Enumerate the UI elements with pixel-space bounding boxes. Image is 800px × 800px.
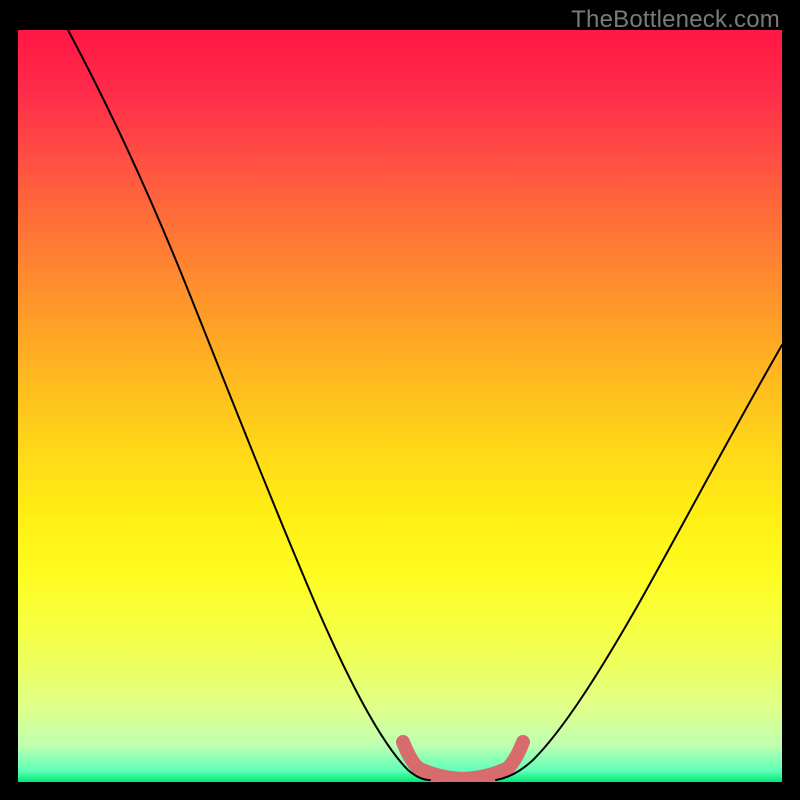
right-curve bbox=[496, 345, 782, 780]
chart-frame: TheBottleneck.com bbox=[0, 0, 800, 800]
plot-area bbox=[18, 30, 782, 782]
trough-accent bbox=[403, 742, 523, 779]
curve-layer bbox=[18, 30, 782, 782]
left-curve bbox=[68, 30, 430, 780]
